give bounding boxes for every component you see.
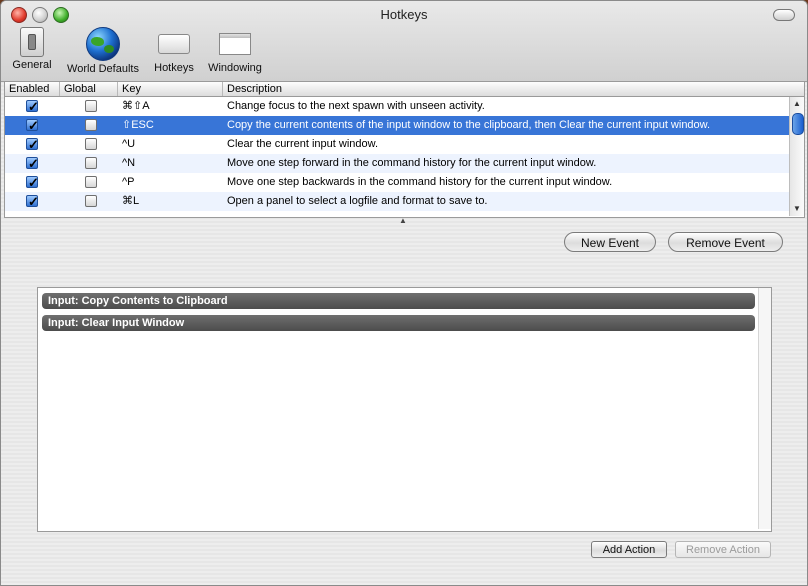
toolbar-world-defaults-label: World Defaults xyxy=(67,63,139,75)
description-cell: Move one step backwards in the command h… xyxy=(227,176,613,188)
global-checkbox[interactable] xyxy=(85,138,97,150)
toolbar-general[interactable]: General xyxy=(9,27,55,71)
global-checkbox[interactable] xyxy=(85,100,97,112)
key-cell: ^P xyxy=(122,176,135,188)
table-row[interactable]: ^P Move one step backwards in the command… xyxy=(5,173,789,192)
hotkeys-window: Hotkeys General World Defaults Hotkeys W… xyxy=(0,0,808,586)
remove-action-button[interactable]: Remove Action xyxy=(675,541,771,558)
table-row[interactable]: ⇧ESC Copy the current contents of the inp… xyxy=(5,116,789,135)
globe-icon xyxy=(86,27,120,61)
enabled-cell xyxy=(5,97,60,116)
description-cell: Clear the current input window. xyxy=(227,138,379,150)
table-row[interactable]: ⌘⇧A Change focus to the next spawn with u… xyxy=(5,97,789,116)
global-cell xyxy=(60,135,118,154)
table-row[interactable]: ^U Clear the current input window. xyxy=(5,135,789,154)
hotkeys-table: Enabled Global Key Description ⌘⇧A Change… xyxy=(4,81,805,218)
enabled-cell xyxy=(5,135,60,154)
key-cell: ⇧ESC xyxy=(122,119,154,131)
key-cell: ⌘⇧A xyxy=(122,100,150,112)
column-enabled[interactable]: Enabled xyxy=(5,82,60,96)
key-cell: ^U xyxy=(122,138,136,150)
description-cell: Open a panel to select a logfile and for… xyxy=(227,195,488,207)
toolbar-windowing[interactable]: Windowing xyxy=(203,27,267,74)
actions-scrollbar[interactable] xyxy=(758,288,771,529)
enabled-checkbox[interactable] xyxy=(26,116,39,135)
column-global[interactable]: Global xyxy=(60,82,118,96)
keyboard-icon xyxy=(158,34,190,54)
global-cell xyxy=(60,154,118,173)
key-cell: ^N xyxy=(122,157,136,169)
enabled-checkbox[interactable] xyxy=(26,154,39,173)
window-title: Hotkeys xyxy=(380,7,428,22)
global-checkbox[interactable] xyxy=(85,195,97,207)
enabled-cell xyxy=(5,173,60,192)
add-action-button[interactable]: Add Action xyxy=(591,541,667,558)
enabled-cell xyxy=(5,192,60,211)
toolbar-hotkeys-label: Hotkeys xyxy=(154,62,194,74)
scroll-up-arrow-icon[interactable]: ▲ xyxy=(790,97,804,111)
toolbar-windowing-label: Windowing xyxy=(208,62,262,74)
global-checkbox[interactable] xyxy=(85,176,97,188)
table-row[interactable]: ⌘L Open a panel to select a logfile and f… xyxy=(5,192,789,211)
global-cell xyxy=(60,97,118,116)
global-cell xyxy=(60,173,118,192)
description-cell: Change focus to the next spawn with unse… xyxy=(227,100,485,112)
column-description[interactable]: Description xyxy=(223,82,789,96)
global-cell xyxy=(60,116,118,135)
column-key[interactable]: Key xyxy=(118,82,223,96)
action-item[interactable]: Input: Copy Contents to Clipboard xyxy=(42,293,755,309)
global-cell xyxy=(60,192,118,211)
table-scrollbar[interactable]: ▲ ▼ xyxy=(789,97,804,216)
toolbar-general-label: General xyxy=(12,59,52,71)
action-item[interactable]: Input: Clear Input Window xyxy=(42,315,755,331)
enabled-cell xyxy=(5,154,60,173)
general-switch-icon xyxy=(20,27,44,57)
toolbar-toggle-button[interactable] xyxy=(773,9,795,21)
new-event-button[interactable]: New Event xyxy=(564,232,656,252)
title-bar: Hotkeys General World Defaults Hotkeys W… xyxy=(1,1,807,82)
enabled-checkbox[interactable] xyxy=(26,135,39,154)
enabled-checkbox[interactable] xyxy=(26,192,39,211)
scroll-down-arrow-icon[interactable]: ▼ xyxy=(790,202,804,216)
description-cell: Move one step forward in the command his… xyxy=(227,157,597,169)
enabled-checkbox[interactable] xyxy=(26,97,39,116)
actions-list: Input: Copy Contents to Clipboard Input:… xyxy=(37,287,772,532)
table-header: Enabled Global Key Description xyxy=(5,82,804,97)
description-cell: Copy the current contents of the input w… xyxy=(227,119,711,131)
enabled-cell xyxy=(5,116,60,135)
key-cell: ⌘L xyxy=(122,195,140,207)
toolbar-world-defaults[interactable]: World Defaults xyxy=(61,27,145,75)
table-row[interactable]: ^N Move one step forward in the command h… xyxy=(5,154,789,173)
remove-event-button[interactable]: Remove Event xyxy=(668,232,783,252)
scrollbar-thumb[interactable] xyxy=(792,113,804,135)
global-checkbox[interactable] xyxy=(85,157,97,169)
split-grip-icon[interactable]: ▲ xyxy=(399,216,407,225)
global-checkbox[interactable] xyxy=(85,119,97,131)
table-body: ⌘⇧A Change focus to the next spawn with u… xyxy=(5,97,789,216)
toolbar-hotkeys[interactable]: Hotkeys xyxy=(149,27,199,74)
enabled-checkbox[interactable] xyxy=(26,173,39,192)
window-icon xyxy=(219,33,251,55)
